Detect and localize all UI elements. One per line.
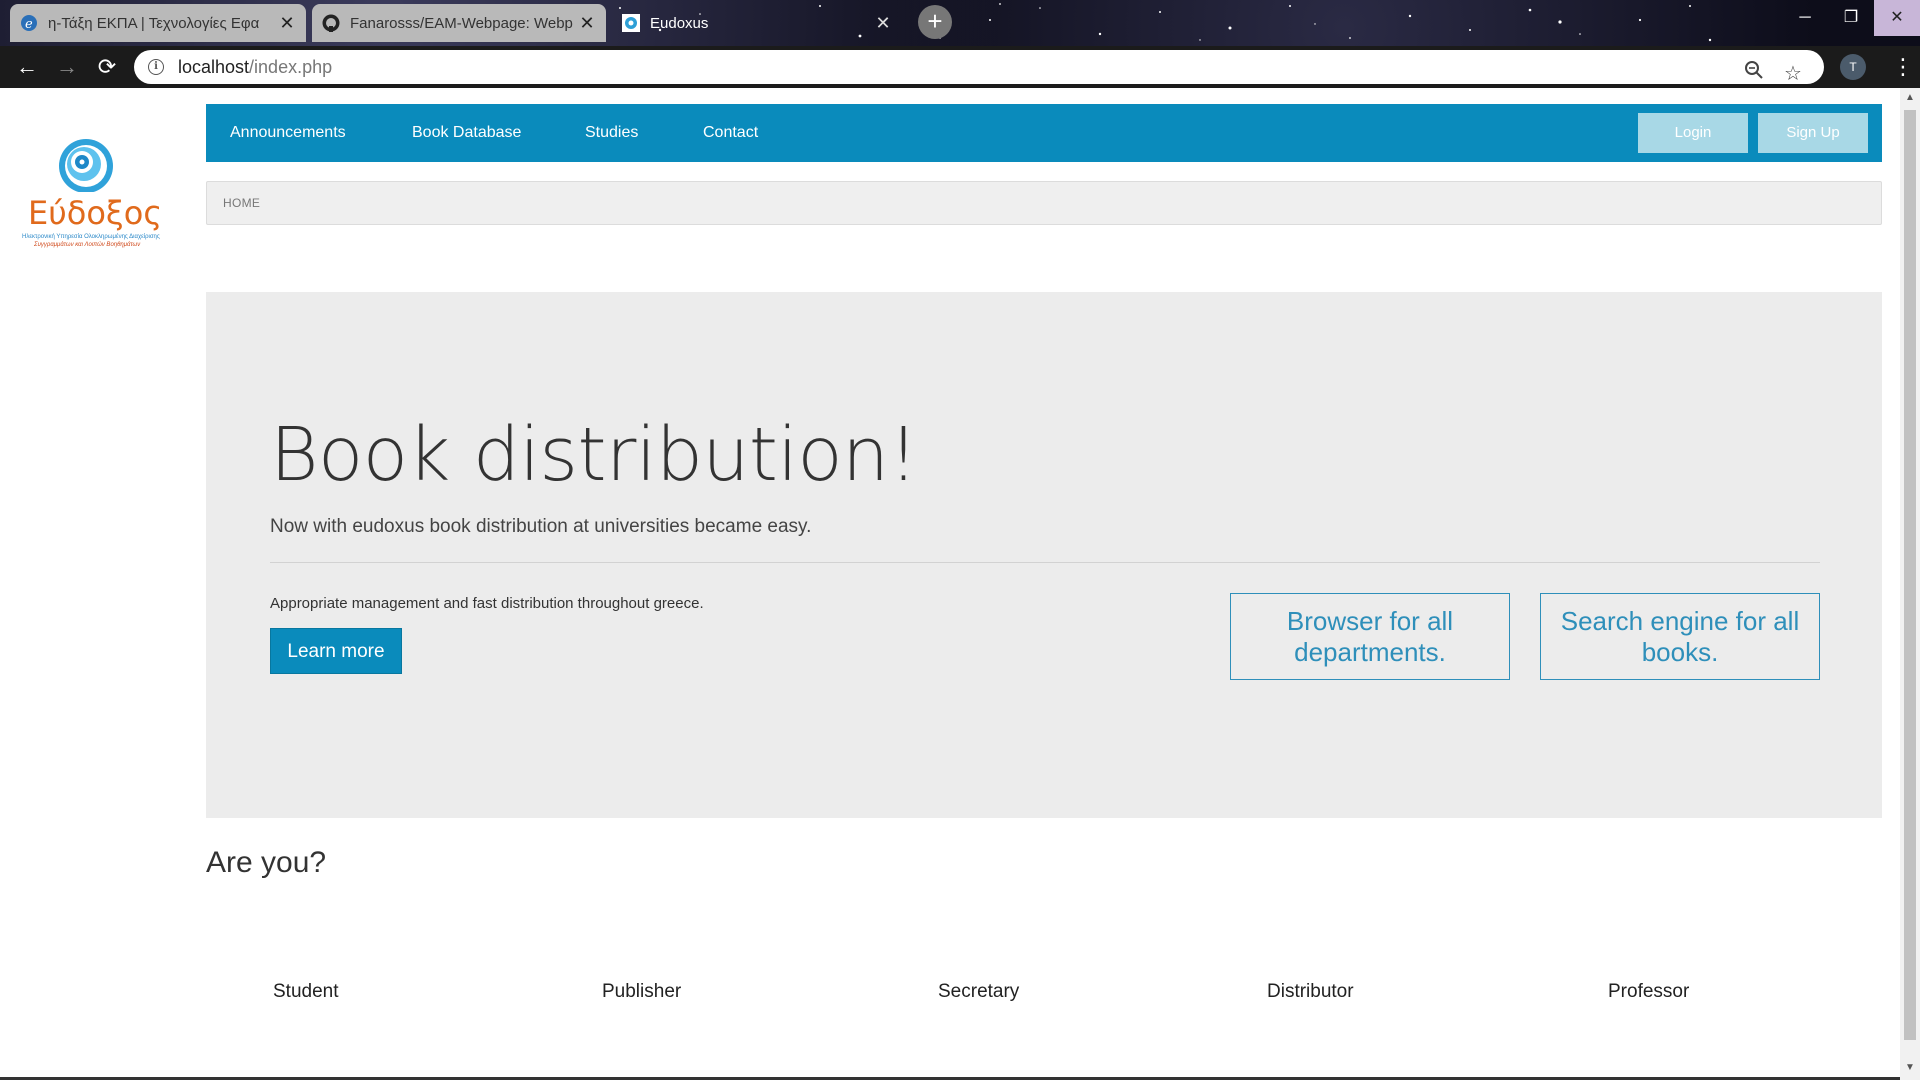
scrollbar-thumb[interactable]: [1904, 110, 1916, 1040]
bookmark-star-icon[interactable]: ☆: [1784, 57, 1802, 91]
logo-subtitle-2: Συγγραμμάτων και Λοιπών Βοηθημάτων: [34, 242, 141, 248]
url-path: /index.php: [249, 57, 333, 77]
browser-tab-strip: e η-Τάξη ΕΚΠΑ | Τεχνολογίες Εφα ✕ Fanaro…: [0, 0, 1920, 46]
nav-announcements[interactable]: Announcements: [230, 104, 346, 162]
nav-studies[interactable]: Studies: [585, 104, 638, 162]
new-tab-button[interactable]: +: [918, 5, 952, 39]
hero-divider: [270, 562, 1820, 563]
eclass-icon: e: [20, 14, 38, 32]
nav-contact[interactable]: Contact: [703, 104, 758, 162]
role-distributor[interactable]: Distributor: [1267, 981, 1354, 1003]
role-student[interactable]: Student: [273, 981, 339, 1003]
scroll-down-icon[interactable]: ▼: [1904, 1062, 1916, 1073]
feature-browser[interactable]: Browser for all departments.: [1230, 593, 1510, 680]
close-icon[interactable]: ✕: [578, 13, 596, 34]
browser-toolbar: ← → ⟳ i localhost/index.php ☆ T ⋮: [0, 46, 1920, 88]
window-controls: ─ ❐ ✕: [1782, 0, 1920, 38]
main-navbar: Announcements Book Database Studies Cont…: [206, 104, 1882, 162]
hero-title: Book distribution!: [270, 412, 918, 498]
forward-arrow-icon[interactable]: →: [54, 54, 80, 80]
address-bar[interactable]: i localhost/index.php ☆: [134, 50, 1824, 85]
site-logo[interactable]: Εύδοξος Ηλεκτρονική Υπηρεσία Ολοκληρωμέν…: [18, 112, 162, 248]
role-secretary[interactable]: Secretary: [938, 981, 1019, 1003]
back-arrow-icon[interactable]: ←: [14, 54, 40, 80]
maximize-icon[interactable]: ❐: [1828, 0, 1874, 36]
eudoxus-icon: [622, 14, 640, 32]
eudoxus-logo-icon: [59, 139, 113, 192]
tab-title: Fanarosss/EAM-Webpage: Webp: [350, 14, 573, 32]
zoom-icon[interactable]: [1744, 57, 1764, 91]
window-close-icon[interactable]: ✕: [1874, 0, 1920, 36]
menu-icon[interactable]: ⋮: [1892, 54, 1914, 80]
logo-name: Εύδοξος: [28, 194, 163, 232]
profile-avatar[interactable]: T: [1840, 54, 1866, 80]
role-publisher[interactable]: Publisher: [602, 981, 681, 1003]
close-icon[interactable]: ✕: [874, 13, 892, 34]
github-icon: [322, 14, 340, 32]
page-viewport: Εύδοξος Ηλεκτρονική Υπηρεσία Ολοκληρωμέν…: [0, 88, 1900, 1080]
hero-section: Book distribution! Now with eudoxus book…: [206, 292, 1882, 818]
reload-icon[interactable]: ⟳: [94, 54, 120, 80]
nav-book-database[interactable]: Book Database: [412, 104, 521, 162]
tab-eudoxus[interactable]: Eudoxus ✕: [612, 4, 902, 42]
role-professor[interactable]: Professor: [1608, 981, 1689, 1003]
learn-more-button[interactable]: Learn more: [270, 628, 402, 674]
tab-github[interactable]: Fanarosss/EAM-Webpage: Webp ✕: [312, 4, 606, 42]
svg-text:e: e: [25, 17, 33, 32]
logo-subtitle-1: Ηλεκτρονική Υπηρεσία Ολοκληρωμένης Διαχε…: [22, 234, 160, 240]
feature-search-engine[interactable]: Search engine for all books.: [1540, 593, 1820, 680]
page-scrollbar[interactable]: ▲ ▼: [1900, 88, 1920, 1080]
url-host: localhost: [178, 57, 250, 77]
tab-eclass[interactable]: e η-Τάξη ΕΚΠΑ | Τεχνολογίες Εφα ✕: [10, 4, 306, 42]
breadcrumb: HOME: [206, 181, 1882, 225]
hero-paragraph: Appropriate management and fast distribu…: [270, 595, 704, 612]
tab-title: Eudoxus: [650, 14, 709, 32]
tab-title: η-Τάξη ΕΚΠΑ | Τεχνολογίες Εφα: [48, 14, 260, 32]
scroll-up-icon[interactable]: ▲: [1904, 92, 1916, 103]
close-icon[interactable]: ✕: [278, 13, 296, 34]
signup-button[interactable]: Sign Up: [1758, 113, 1868, 153]
roles-heading: Are you?: [206, 846, 327, 879]
login-button[interactable]: Login: [1638, 113, 1748, 153]
breadcrumb-home[interactable]: HOME: [223, 196, 260, 210]
info-icon[interactable]: i: [148, 59, 164, 75]
minimize-icon[interactable]: ─: [1782, 0, 1828, 36]
hero-lead: Now with eudoxus book distribution at un…: [270, 516, 812, 537]
